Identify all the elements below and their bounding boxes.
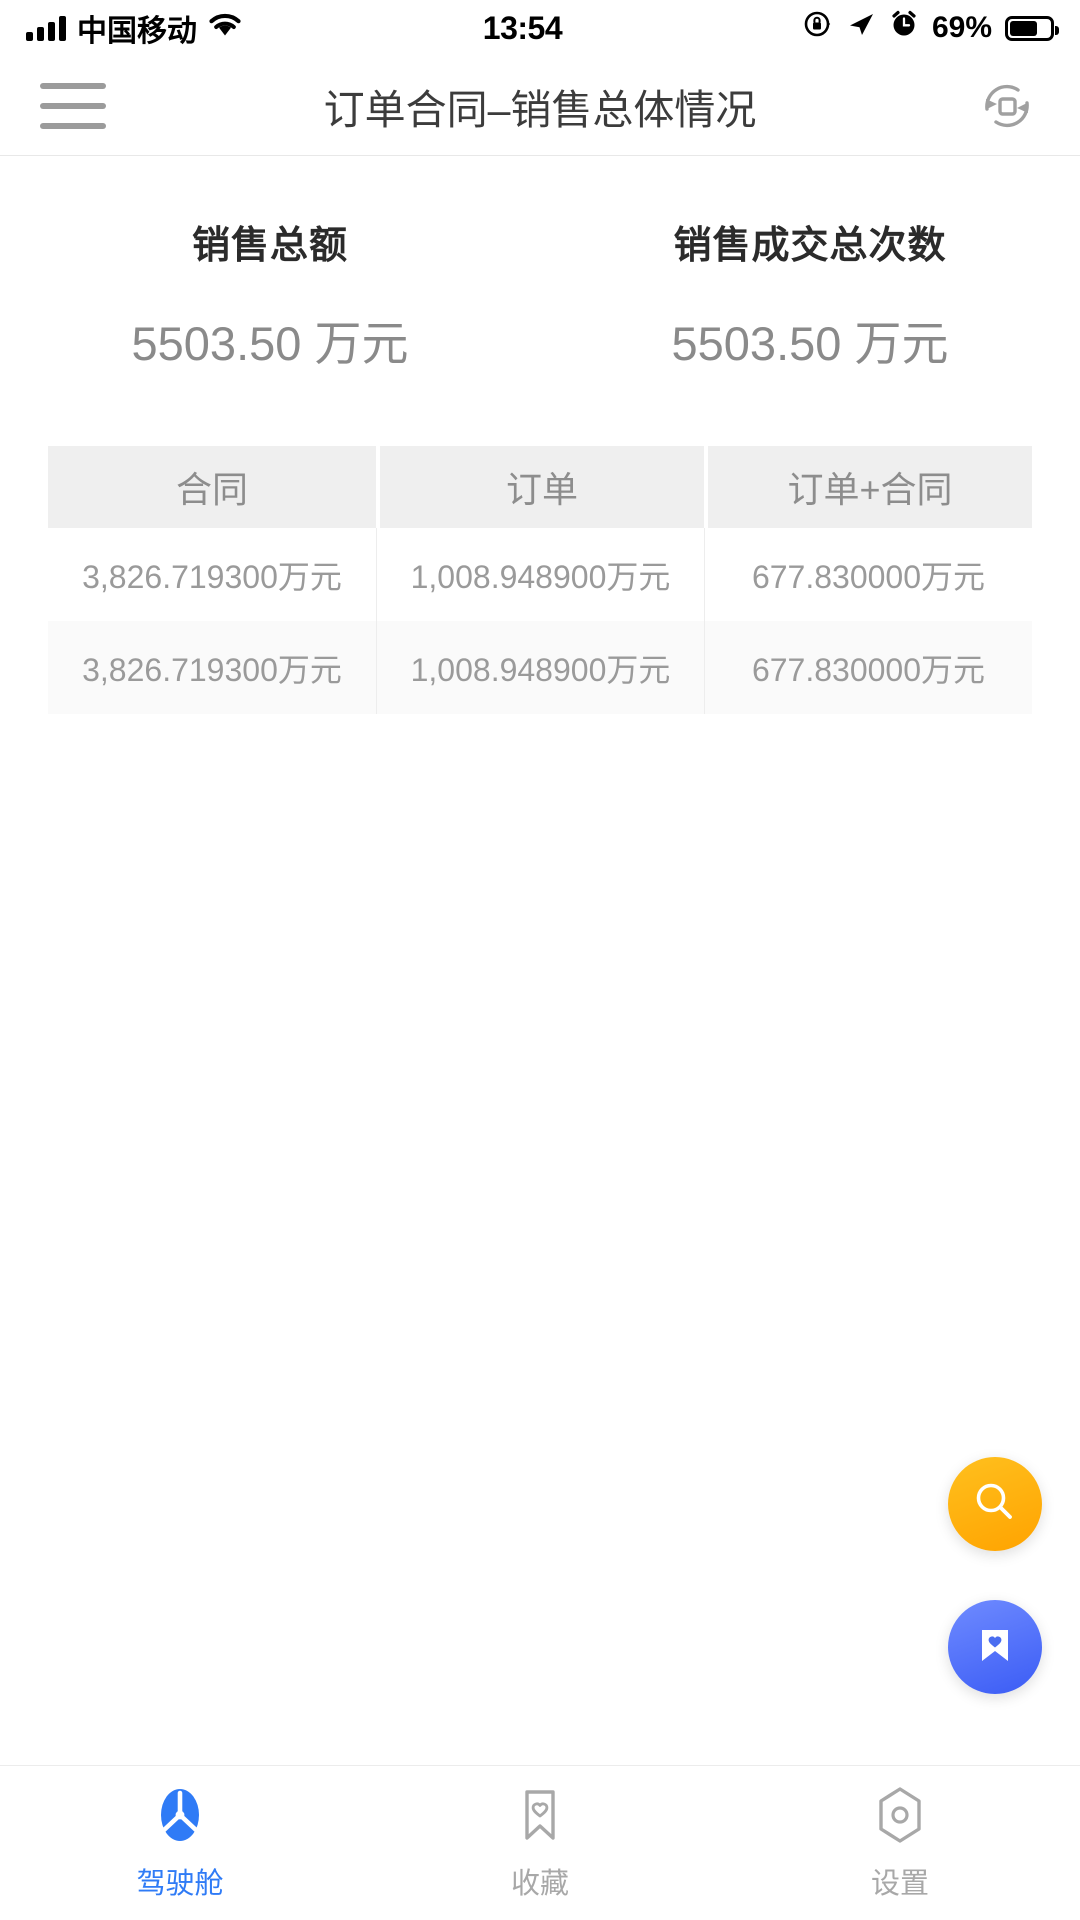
kpi-value: 5503.50 万元: [671, 317, 949, 370]
sales-summary-table: 合同 订单 订单+合同 3,826.719300万元 1,008.948900万…: [48, 446, 1032, 714]
tab-label: 收藏: [510, 1868, 569, 1900]
app-header: 订单合同–销售总体情况: [0, 56, 1080, 156]
table-header-row: 合同 订单 订单+合同: [48, 446, 1032, 528]
table-cell: 677.830000万元: [704, 528, 1032, 621]
table-cell: 1,008.948900万元: [376, 528, 704, 621]
table-row[interactable]: 3,826.719300万元 1,008.948900万元 677.830000…: [48, 528, 1032, 621]
table-body: 3,826.719300万元 1,008.948900万元 677.830000…: [48, 528, 1032, 714]
tab-cockpit[interactable]: 驾驶舱: [0, 1784, 360, 1902]
table-cell: 3,826.719300万元: [48, 621, 376, 714]
tab-favorites[interactable]: 收藏: [360, 1784, 720, 1902]
status-bar-right: 69%: [803, 9, 1059, 47]
status-bar-left: 中国移动: [26, 6, 242, 50]
table-column-header-contract: 合同: [48, 446, 376, 528]
settings-hexagon-icon: [873, 1784, 927, 1846]
kpi-value: 5503.50 万元: [131, 317, 409, 370]
battery-icon: [1005, 15, 1059, 41]
cockpit-icon: [154, 1784, 206, 1846]
table-column-header-order: 订单: [376, 446, 704, 528]
carrier-label: 中国移动: [77, 15, 197, 48]
kpi-summary-row: 销售总额 5503.50 万元 销售成交总次数 5503.50 万元: [0, 156, 1080, 374]
search-fab-button[interactable]: [948, 1457, 1042, 1551]
table-cell: 677.830000万元: [704, 621, 1032, 714]
kpi-card-total-sales: 销售总额 5503.50 万元: [0, 214, 540, 374]
hamburger-menu-icon[interactable]: [40, 82, 106, 129]
bookmark-heart-outline-icon: [516, 1784, 564, 1846]
status-bar-clock: 13:54: [482, 9, 563, 46]
page-title: 订单合同–销售总体情况: [323, 86, 757, 133]
tab-label: 设置: [870, 1868, 929, 1900]
table-column-header-order-contract: 订单+合同: [704, 446, 1032, 528]
table-row[interactable]: 3,826.719300万元 1,008.948900万元 677.830000…: [48, 621, 1032, 714]
tab-settings[interactable]: 设置: [720, 1784, 1080, 1902]
rotation-lock-icon: [803, 9, 833, 47]
collect-fab-button[interactable]: [948, 1600, 1042, 1694]
tab-label: 驾驶舱: [136, 1868, 224, 1900]
wifi-icon: [208, 10, 242, 46]
table-header: 合同 订单 订单+合同: [48, 446, 1032, 528]
search-icon: [970, 1477, 1020, 1532]
battery-percent-label: 69%: [931, 11, 992, 44]
bookmark-heart-icon: [971, 1621, 1019, 1674]
location-arrow-icon: [846, 9, 876, 47]
table-cell: 3,826.719300万元: [48, 528, 376, 621]
alarm-clock-icon: [889, 9, 919, 47]
screen-rotate-icon[interactable]: [974, 73, 1040, 139]
table-cell: 1,008.948900万元: [376, 621, 704, 714]
kpi-label: 销售成交总次数: [673, 225, 947, 267]
status-bar: 中国移动 13:54 69%: [0, 0, 1080, 56]
bottom-navigation-bar: 驾驶舱 收藏 设置: [0, 1765, 1080, 1920]
kpi-card-transaction-count: 销售成交总次数 5503.50 万元: [540, 214, 1080, 374]
signal-bars-icon: [26, 15, 66, 41]
kpi-label: 销售总额: [191, 225, 348, 267]
